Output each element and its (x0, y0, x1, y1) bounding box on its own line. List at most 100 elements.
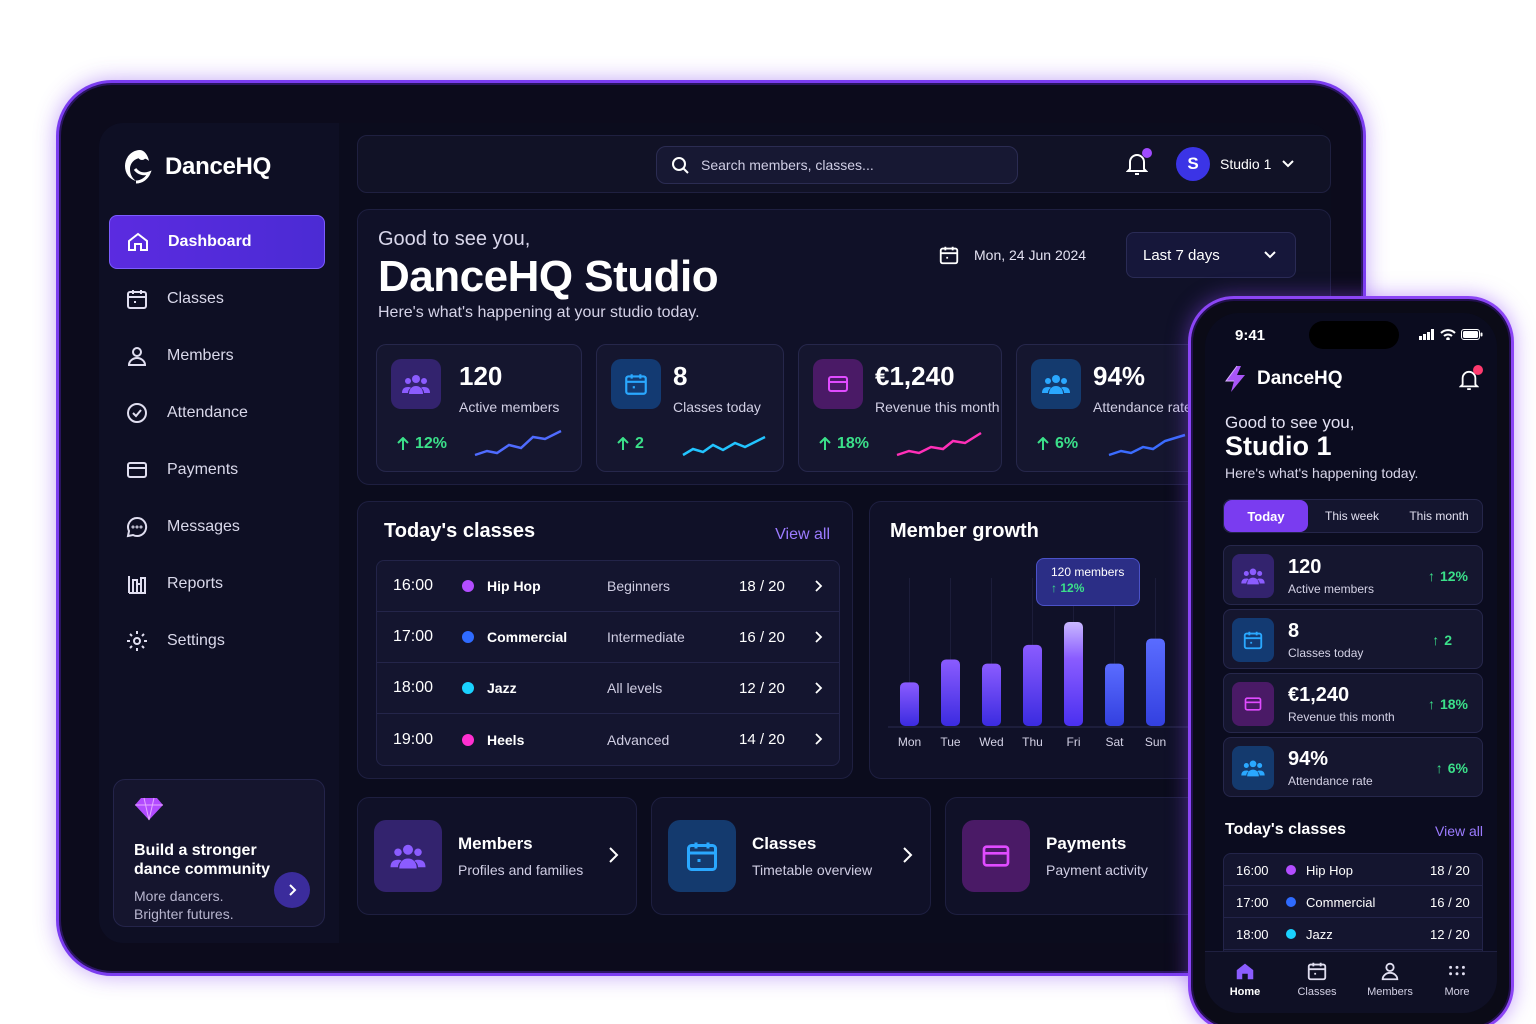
bottom-nav-classes[interactable]: Classes (1287, 960, 1347, 998)
arrow-up-icon: ↑ (1435, 760, 1443, 776)
table-row[interactable]: 17:00 Commercial Intermediate 16 / 20 (377, 612, 839, 663)
chart-bar-mon[interactable] (900, 682, 919, 726)
tab-this-week[interactable]: This week (1310, 500, 1394, 532)
bottom-nav-label: Members (1367, 986, 1413, 998)
calendar-icon (1307, 962, 1327, 981)
chevron-right-icon (903, 847, 913, 863)
class-level: Beginners (607, 578, 671, 594)
status-icons (1419, 329, 1483, 340)
stat-card-active-members[interactable]: 120 Active members 12% (376, 344, 582, 472)
notifications-button[interactable] (1458, 365, 1483, 396)
bottom-nav-more[interactable]: More (1427, 960, 1487, 998)
tab-today[interactable]: Today (1224, 500, 1308, 532)
signal-icon (1419, 329, 1434, 340)
notifications-button[interactable] (1125, 148, 1152, 181)
members-icon (391, 359, 441, 409)
table-row[interactable]: 16:00 Hip Hop Beginners 18 / 20 (377, 561, 839, 612)
table-row[interactable]: 16:00 Hip Hop 18 / 20 (1224, 854, 1482, 886)
members-icon (1031, 359, 1081, 409)
stat-value: 94% (1288, 748, 1329, 770)
class-level: Advanced (607, 731, 670, 748)
class-capacity: 14 / 20 (739, 731, 785, 748)
stat-card-classes-today[interactable]: 8 Classes today ↑ 2 (1223, 609, 1483, 669)
class-time: 18:00 (1236, 927, 1269, 942)
lightning-logo-icon (1225, 365, 1245, 392)
tab-this-month[interactable]: This month (1396, 500, 1482, 532)
arrow-up-icon (1037, 437, 1049, 450)
stat-delta: ↑ 18% (1428, 696, 1468, 712)
class-time: 16:00 (1236, 863, 1269, 878)
sidebar-item-classes[interactable]: Classes (109, 272, 325, 326)
status-time: 9:41 (1235, 327, 1266, 344)
bottom-nav-home[interactable]: Home (1215, 960, 1275, 998)
stat-card-attendance[interactable]: 94% Attendance rate ↑ 6% (1223, 737, 1483, 797)
chevron-down-icon (1264, 251, 1276, 259)
quick-link-members[interactable]: Members Profiles and families (357, 797, 637, 915)
bottom-nav-members[interactable]: Members (1360, 960, 1420, 998)
chart-bar-sun[interactable] (1146, 638, 1165, 726)
stat-delta: 18% (819, 435, 869, 453)
date-range-select[interactable]: Last 7 days (1126, 232, 1296, 278)
sidebar-item-members[interactable]: Members (109, 329, 325, 383)
chart-tick-label: Wed (979, 735, 1003, 749)
chart-bar-wed[interactable] (982, 663, 1001, 726)
stat-card-attendance[interactable]: 94% Attendance rate 6% (1016, 344, 1216, 472)
chart-tick-label: Sat (1105, 735, 1124, 749)
brand-logo[interactable]: DanceHQ (121, 147, 271, 187)
table-row[interactable]: 18:00 Jazz 12 / 20 (1224, 918, 1482, 950)
brand-logo[interactable]: DanceHQ (1223, 365, 1343, 393)
stat-card-revenue[interactable]: €1,240 Revenue this month ↑ 18% (1223, 673, 1483, 733)
chart-tick-label: Fri (1067, 735, 1081, 749)
topbar: Search members, classes... S Studio 1 (357, 135, 1331, 193)
user-icon (1381, 962, 1399, 981)
sparkline-chart (474, 429, 562, 457)
promo-button[interactable] (274, 872, 310, 908)
period-tabs: Today This week This month (1223, 499, 1483, 533)
stat-card-classes-today[interactable]: 8 Classes today 2 (596, 344, 784, 472)
stat-card-revenue[interactable]: €1,240 Revenue this month 18% (798, 344, 1002, 472)
quick-link-classes[interactable]: Classes Timetable overview (651, 797, 931, 915)
sidebar-item-label: Messages (167, 518, 240, 535)
sidebar-item-settings[interactable]: Settings (109, 614, 325, 668)
bottom-nav-label: Home (1229, 986, 1261, 998)
user-name: Studio 1 (1220, 156, 1272, 172)
sidebar-item-label: Settings (167, 632, 225, 649)
stat-delta: ↑ 2 (1432, 632, 1452, 648)
stat-label: Active members (459, 399, 560, 415)
sidebar-item-label: Members (167, 347, 234, 364)
sidebar-item-reports[interactable]: Reports (109, 557, 325, 611)
date-text: Mon, 24 Jun 2024 (974, 247, 1087, 263)
chart-bar-tue[interactable] (941, 659, 960, 726)
class-time: 19:00 (393, 730, 434, 748)
sidebar-item-dashboard[interactable]: Dashboard (109, 215, 325, 269)
chart-bar-thu[interactable] (1023, 644, 1042, 726)
page-title: Studio 1 (1225, 431, 1332, 461)
table-row[interactable]: 17:00 Commercial 16 / 20 (1224, 886, 1482, 918)
wifi-icon (1440, 329, 1456, 340)
search-input[interactable]: Search members, classes... (656, 146, 1018, 184)
stat-label: Active members (1288, 582, 1375, 596)
quick-link-payments[interactable]: Payments Payment activity (945, 797, 1225, 915)
table-row[interactable]: 18:00 Jazz All levels 12 / 20 (377, 663, 839, 714)
stat-card-active-members[interactable]: 120 Active members ↑ 12% (1223, 545, 1483, 605)
view-all-link[interactable]: View all (1435, 823, 1483, 839)
calendar-icon (1232, 618, 1274, 662)
sidebar-item-payments[interactable]: Payments (109, 443, 325, 497)
class-color-dot (1286, 929, 1296, 939)
calendar-icon (939, 246, 959, 265)
sidebar-item-label: Payments (167, 461, 239, 478)
chart-bar-sat[interactable] (1105, 663, 1124, 726)
class-color-dot (1286, 865, 1296, 875)
sidebar-item-messages[interactable]: Messages (109, 500, 325, 554)
chart-bar-fri[interactable] (1064, 622, 1083, 726)
view-all-link[interactable]: View all (775, 526, 830, 544)
stat-delta-value: 6% (1055, 435, 1079, 452)
stat-label: Revenue this month (1288, 710, 1395, 724)
class-name: Jazz (1306, 927, 1333, 942)
stat-delta-value: 2 (635, 435, 644, 452)
calendar-icon (127, 290, 147, 309)
sidebar-item-attendance[interactable]: Attendance (109, 386, 325, 440)
table-row[interactable]: 19:00 Heels Advanced 14 / 20 (377, 714, 839, 765)
sidebar-nav: Dashboard Classes Members Attendance Pay… (109, 215, 325, 671)
user-menu[interactable]: S Studio 1 (1176, 147, 1295, 181)
